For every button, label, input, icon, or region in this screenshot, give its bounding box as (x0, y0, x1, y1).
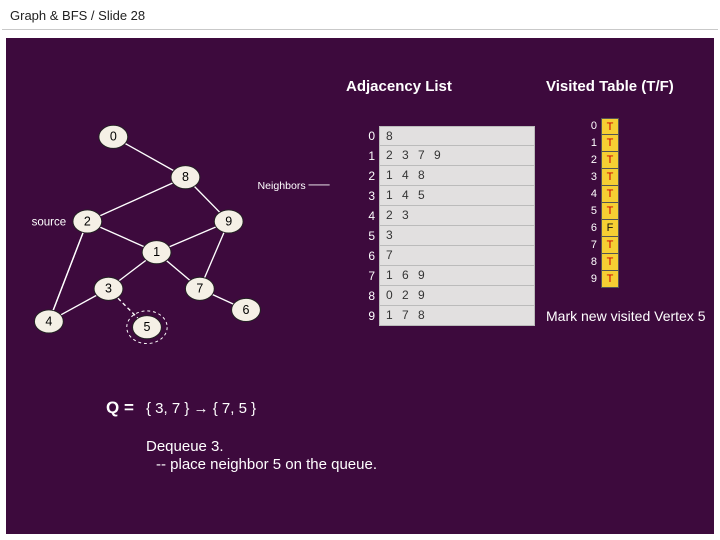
adjacency-index: 5 (361, 226, 379, 246)
visited-row: 6F (583, 220, 619, 237)
adjacency-row: 31 4 5 (361, 186, 535, 206)
neighbors-label: Neighbors (258, 180, 306, 192)
slide-body: Adjacency List Visited Table (T/F) 08291… (6, 38, 714, 534)
graph-node-label: 5 (143, 320, 150, 334)
adjacency-neighbors: 2 3 7 9 (379, 146, 535, 166)
dequeue-line1: Dequeue 3. (146, 438, 224, 455)
graph-edge (49, 221, 87, 321)
adjacency-index: 0 (361, 126, 379, 146)
visited-value: T (601, 169, 619, 186)
graph-node-label: 0 (110, 130, 117, 144)
adjacency-neighbors: 3 (379, 226, 535, 246)
visited-table: 0T1T2T3T4T5T6F7T8T9T (583, 118, 619, 288)
adjacency-row: 80 2 9 (361, 286, 535, 306)
dequeue-line2: -- place neighbor 5 on the queue. (156, 456, 377, 473)
adjacency-row: 12 3 7 9 (361, 146, 535, 166)
visited-value: T (601, 203, 619, 220)
visited-caption: Mark new visited Vertex 5 (546, 308, 706, 324)
adjacency-neighbors: 8 (379, 126, 535, 146)
visited-index: 7 (583, 237, 601, 254)
adjacency-index: 6 (361, 246, 379, 266)
adjacency-neighbors: 1 4 8 (379, 166, 535, 186)
adjacency-neighbors: 1 6 9 (379, 266, 535, 286)
adjacency-row: 71 6 9 (361, 266, 535, 286)
adjacency-index: 4 (361, 206, 379, 226)
graph-node-label: 4 (45, 314, 52, 328)
visited-value: T (601, 135, 619, 152)
visited-row: 5T (583, 203, 619, 220)
visited-value: T (601, 186, 619, 203)
queue-expr: { 3, 7 } → { 7, 5 } (146, 400, 256, 417)
visited-value: T (601, 152, 619, 169)
adjacency-index: 3 (361, 186, 379, 206)
visited-title: Visited Table (T/F) (546, 78, 674, 95)
adjacency-row: 91 7 8 (361, 306, 535, 326)
adjacency-title: Adjacency List (346, 78, 452, 95)
visited-index: 5 (583, 203, 601, 220)
visited-value: T (601, 237, 619, 254)
adjacency-row: 53 (361, 226, 535, 246)
graph-node-label: 9 (225, 214, 232, 228)
adjacency-neighbors: 2 3 (379, 206, 535, 226)
adjacency-index: 9 (361, 306, 379, 326)
adjacency-neighbors: 0 2 9 (379, 286, 535, 306)
visited-index: 8 (583, 254, 601, 271)
header-rule (2, 29, 718, 30)
visited-index: 9 (583, 271, 601, 288)
adjacency-neighbors: 7 (379, 246, 535, 266)
adjacency-neighbors: 1 7 8 (379, 306, 535, 326)
adjacency-index: 1 (361, 146, 379, 166)
graph-node-label: 6 (243, 303, 250, 317)
visited-value: F (601, 220, 619, 237)
visited-index: 3 (583, 169, 601, 186)
graph-node-label: 2 (84, 214, 91, 228)
visited-row: 7T (583, 237, 619, 254)
adjacency-row: 21 4 8 (361, 166, 535, 186)
visited-index: 2 (583, 152, 601, 169)
visited-index: 4 (583, 186, 601, 203)
visited-row: 0T (583, 118, 619, 135)
visited-value: T (601, 254, 619, 271)
queue-label: Q = (106, 398, 134, 418)
adjacency-row: 08 (361, 126, 535, 146)
visited-row: 9T (583, 271, 619, 288)
visited-index: 6 (583, 220, 601, 237)
graph-node-label: 3 (105, 282, 112, 296)
visited-row: 2T (583, 152, 619, 169)
adjacency-list: 0812 3 7 921 4 831 4 542 3536771 6 980 2… (361, 126, 535, 326)
adjacency-row: 67 (361, 246, 535, 266)
visited-index: 0 (583, 118, 601, 135)
adjacency-row: 42 3 (361, 206, 535, 226)
adjacency-neighbors: 1 4 5 (379, 186, 535, 206)
adjacency-index: 7 (361, 266, 379, 286)
adjacency-index: 8 (361, 286, 379, 306)
graph-node-label: 7 (196, 282, 203, 296)
visited-row: 3T (583, 169, 619, 186)
graph-edge (87, 177, 185, 221)
graph-node-label: 1 (153, 245, 160, 259)
visited-index: 1 (583, 135, 601, 152)
source-label: source (32, 216, 67, 228)
page-header: Graph & BFS / Slide 28 (0, 0, 720, 29)
graph-node-label: 8 (182, 170, 189, 184)
visited-row: 8T (583, 254, 619, 271)
adjacency-index: 2 (361, 166, 379, 186)
graph-svg: 0 8 2 9 1 3 7 4 5 6 source Neighbors (6, 108, 336, 358)
visited-row: 1T (583, 135, 619, 152)
visited-value: T (601, 118, 619, 135)
visited-value: T (601, 271, 619, 288)
header-title: Graph & BFS / Slide 28 (10, 8, 145, 23)
visited-row: 4T (583, 186, 619, 203)
